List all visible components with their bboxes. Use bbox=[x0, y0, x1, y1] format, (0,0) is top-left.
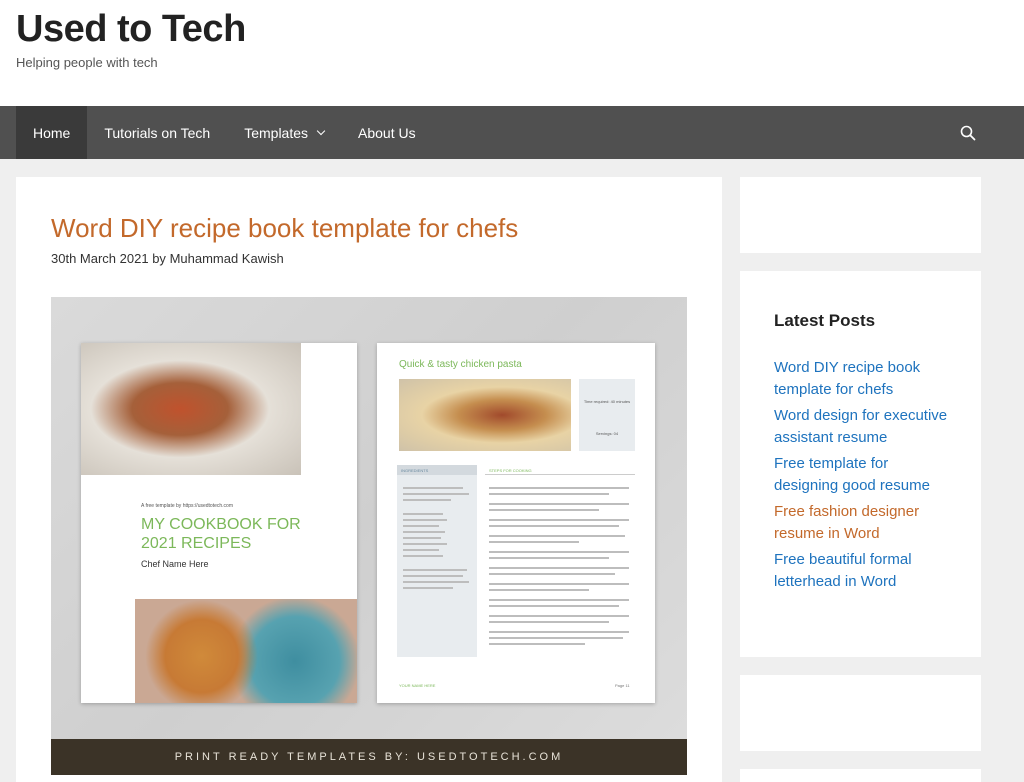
ingredients-panel: INGREDIENTS bbox=[397, 465, 477, 657]
latest-posts-title: Latest Posts bbox=[774, 311, 876, 330]
chevron-down-icon bbox=[316, 126, 326, 135]
nav-item-tutorials[interactable]: Tutorials on Tech bbox=[87, 106, 227, 159]
text-line bbox=[489, 567, 629, 569]
recipe-page: Quick & tasty chicken pasta Time require… bbox=[377, 343, 655, 703]
post-date[interactable]: 30th March 2021 bbox=[51, 251, 149, 266]
text-line bbox=[403, 513, 443, 515]
recipe-photo bbox=[399, 379, 571, 451]
text-line bbox=[403, 537, 441, 539]
food-photo-bottom bbox=[135, 599, 357, 703]
site-title[interactable]: Used to Tech bbox=[16, 8, 246, 51]
text-line bbox=[489, 643, 585, 645]
main-navigation: Home Tutorials on Tech Templates About U… bbox=[0, 106, 1024, 159]
text-line bbox=[489, 557, 609, 559]
recipe-title: Quick & tasty chicken pasta bbox=[399, 359, 522, 370]
site-tagline: Helping people with tech bbox=[16, 55, 158, 70]
featured-banner: PRINT READY TEMPLATES BY: USEDTOTECH.COM bbox=[51, 739, 687, 775]
text-line bbox=[403, 499, 451, 501]
text-line bbox=[489, 631, 629, 633]
text-line bbox=[403, 549, 439, 551]
text-line bbox=[403, 543, 447, 545]
latest-post-link[interactable]: Word design for executive assistant resu… bbox=[774, 405, 954, 449]
text-line bbox=[489, 509, 599, 511]
recipe-servings: Servings: 04 bbox=[595, 431, 619, 436]
text-line bbox=[403, 519, 447, 521]
latest-posts-list: Word DIY recipe book template for chefs … bbox=[774, 357, 954, 597]
nav-label: Templates bbox=[244, 124, 309, 141]
text-line bbox=[489, 583, 629, 585]
latest-post-link[interactable]: Free beautiful formal letterhead in Word bbox=[774, 549, 954, 593]
recipe-info-box: Time required: 40 minutes Servings: 04 bbox=[579, 379, 635, 451]
cover-title: MY COOKBOOK FOR 2021 RECIPES bbox=[141, 515, 301, 553]
text-line bbox=[489, 519, 629, 521]
text-line bbox=[489, 493, 609, 495]
text-line bbox=[489, 615, 629, 617]
cover-small-text: A free template by https://usedtotech.co… bbox=[141, 503, 233, 509]
recipe-footer: YOUR NAME HERE bbox=[399, 683, 436, 688]
text-line bbox=[403, 569, 467, 571]
nav-item-about[interactable]: About Us bbox=[341, 106, 433, 159]
article: Word DIY recipe book template for chefs … bbox=[16, 177, 722, 782]
text-line bbox=[403, 531, 445, 533]
nav-label: Home bbox=[33, 124, 71, 141]
site-header: Used to Tech Helping people with tech bbox=[0, 0, 1024, 106]
post-author[interactable]: Muhammad Kawish bbox=[170, 251, 284, 266]
text-line bbox=[489, 589, 589, 591]
cover-title-line1: MY COOKBOOK FOR bbox=[141, 516, 301, 533]
steps-heading: STEPS FOR COOKING bbox=[485, 465, 635, 475]
text-line bbox=[489, 551, 629, 553]
recipe-page-number: Page 11 bbox=[615, 683, 630, 688]
text-line bbox=[489, 525, 619, 527]
nav-item-templates[interactable]: Templates bbox=[227, 106, 341, 159]
nav-label: About Us bbox=[358, 124, 416, 141]
search-icon[interactable] bbox=[960, 125, 976, 141]
text-line bbox=[489, 573, 615, 575]
cover-chef-name: Chef Name Here bbox=[141, 559, 209, 569]
latest-post-link[interactable]: Word DIY recipe book template for chefs bbox=[774, 357, 954, 401]
nav-label: Tutorials on Tech bbox=[104, 124, 211, 141]
ingredients-heading: INGREDIENTS bbox=[397, 465, 477, 475]
text-line bbox=[489, 541, 579, 543]
sidebar-widget-empty bbox=[740, 675, 981, 751]
text-line bbox=[489, 605, 619, 607]
food-photo-top bbox=[81, 343, 301, 475]
latest-post-link[interactable]: Free template for designing good resume bbox=[774, 453, 954, 497]
text-line bbox=[489, 487, 629, 489]
text-line bbox=[403, 581, 469, 583]
latest-post-link[interactable]: Free fashion designer resume in Word bbox=[774, 501, 954, 545]
post-meta: 30th March 2021 by Muhammad Kawish bbox=[51, 251, 284, 266]
text-line bbox=[403, 525, 439, 527]
post-by: by bbox=[152, 251, 166, 266]
text-line bbox=[489, 599, 629, 601]
latest-posts-widget: Latest Posts Word DIY recipe book templa… bbox=[740, 271, 981, 657]
cover-title-line2: 2021 RECIPES bbox=[141, 535, 252, 552]
text-line bbox=[403, 587, 453, 589]
text-line bbox=[403, 487, 463, 489]
text-line bbox=[489, 535, 625, 537]
text-line bbox=[489, 621, 609, 623]
sidebar-widget-empty bbox=[740, 177, 981, 253]
nav-item-home[interactable]: Home bbox=[16, 106, 88, 159]
post-title[interactable]: Word DIY recipe book template for chefs bbox=[51, 213, 518, 244]
recipe-time: Time required: 40 minutes bbox=[583, 399, 631, 404]
text-line bbox=[489, 503, 629, 505]
text-line bbox=[403, 493, 469, 495]
cookbook-cover-page: A free template by https://usedtotech.co… bbox=[81, 343, 357, 703]
text-line bbox=[489, 637, 623, 639]
text-line bbox=[403, 555, 443, 557]
sidebar-widget-empty bbox=[740, 769, 981, 782]
featured-image[interactable]: A free template by https://usedtotech.co… bbox=[51, 297, 687, 775]
text-line bbox=[403, 575, 463, 577]
